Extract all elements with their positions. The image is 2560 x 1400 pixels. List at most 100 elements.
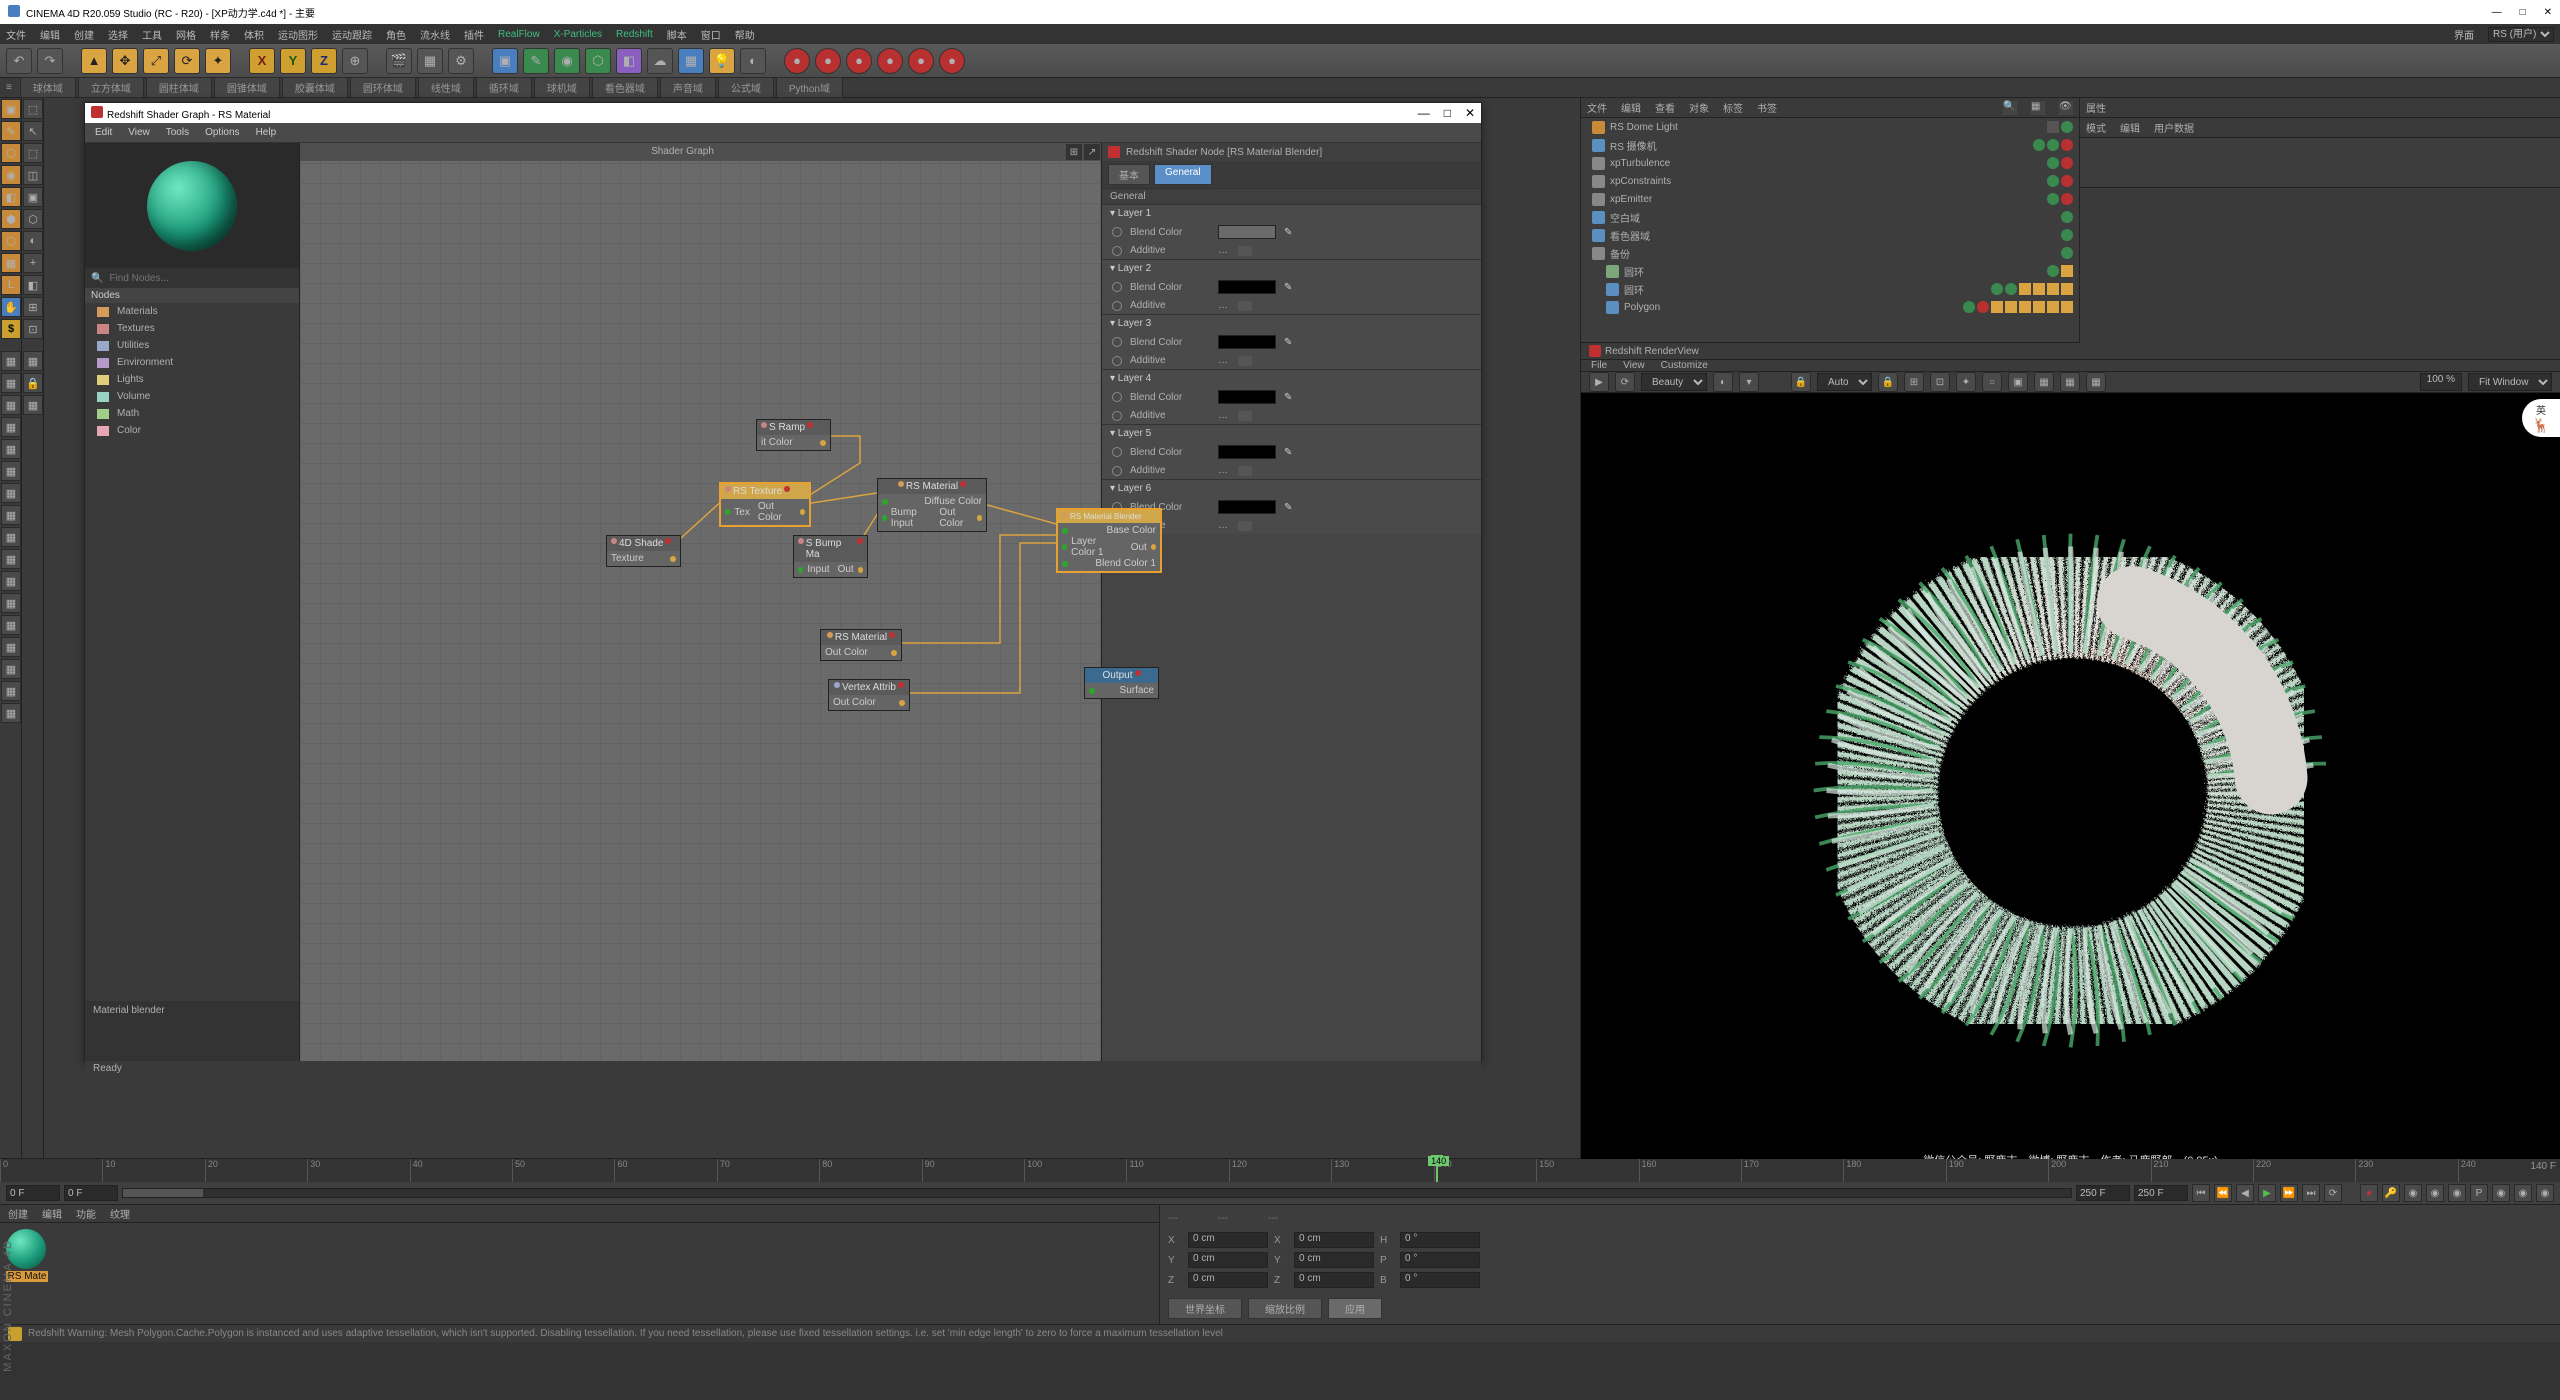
tool5[interactable]: ✦ xyxy=(205,48,231,74)
object-tag[interactable] xyxy=(2047,139,2059,151)
object-row[interactable]: 圆环 xyxy=(1581,262,2079,280)
node-texture[interactable]: RS Texture TexOut Color xyxy=(720,483,810,526)
node-category[interactable]: Utilities xyxy=(85,337,299,354)
layer-header[interactable]: ▾ Layer 6 xyxy=(1102,480,1481,497)
object-row[interactable]: RS Dome Light xyxy=(1581,118,2079,136)
win-close[interactable]: ✕ xyxy=(1465,106,1475,120)
search-icon[interactable]: 🔍 xyxy=(2003,101,2017,115)
picker-icon[interactable]: ✎ xyxy=(1284,447,1296,458)
layer-header[interactable]: ▾ Layer 5 xyxy=(1102,425,1481,442)
node-c4dshader[interactable]: 4D Shade Texture xyxy=(606,535,681,567)
layer-header[interactable]: ▾ Layer 1 xyxy=(1102,205,1481,222)
object-tag[interactable] xyxy=(2047,121,2059,133)
layer-header[interactable]: ▾ Layer 4 xyxy=(1102,370,1481,387)
find-nodes-input[interactable] xyxy=(109,273,259,284)
zoom-readout[interactable]: 100 % xyxy=(2420,373,2462,391)
object-row[interactable]: xpTurbulence xyxy=(1581,154,2079,172)
object-tag[interactable] xyxy=(2061,157,2073,169)
checkbox[interactable] xyxy=(1238,466,1252,476)
render-button[interactable]: 🎬 xyxy=(386,48,412,74)
object-tag[interactable] xyxy=(2061,229,2073,241)
object-tag[interactable] xyxy=(2047,283,2059,295)
generator-tool[interactable]: ⬡ xyxy=(585,48,611,74)
checkbox[interactable] xyxy=(1238,301,1252,311)
object-tag[interactable] xyxy=(2061,265,2073,277)
object-row[interactable]: 空白域 xyxy=(1581,208,2079,226)
apply-button[interactable]: 应用 xyxy=(1328,1298,1382,1319)
env-tool[interactable]: ☁ xyxy=(647,48,673,74)
axis-x[interactable]: X xyxy=(249,48,275,74)
object-tag[interactable] xyxy=(2047,157,2059,169)
object-tag[interactable] xyxy=(2047,175,2059,187)
viewport[interactable]: Redshift Shader Graph - RS Material —□✕ … xyxy=(44,98,1580,1158)
rotate-tool[interactable]: ⟳ xyxy=(174,48,200,74)
maximize-button[interactable]: □ xyxy=(2520,7,2526,18)
node-category[interactable]: Lights xyxy=(85,371,299,388)
playhead[interactable]: 140 xyxy=(1436,1159,1438,1182)
object-tag[interactable] xyxy=(2061,175,2073,187)
object-tag[interactable] xyxy=(2033,283,2045,295)
picker-icon[interactable]: ✎ xyxy=(1284,227,1296,238)
checkbox[interactable] xyxy=(1238,246,1252,256)
play-button[interactable]: ▶ xyxy=(2258,1184,2276,1202)
object-tree[interactable]: RS Dome LightRS 摄像机xpTurbulencexpConstra… xyxy=(1581,118,2079,343)
coord-button[interactable]: ⊕ xyxy=(342,48,368,74)
color-swatch[interactable] xyxy=(1218,445,1276,459)
frame-end[interactable]: 250 F xyxy=(2134,1185,2188,1201)
rec6[interactable]: ● xyxy=(939,48,965,74)
render-refresh[interactable]: ⟳ xyxy=(1615,372,1635,392)
object-tag[interactable] xyxy=(2047,265,2059,277)
cursor-icon[interactable]: ↖ xyxy=(23,121,43,141)
range-slider[interactable] xyxy=(122,1188,2072,1198)
rec5[interactable]: ● xyxy=(908,48,934,74)
node-bump[interactable]: S Bump Ma InputOut xyxy=(793,535,868,578)
node-material1[interactable]: RS Material Diffuse Color Bump InputOut … xyxy=(877,478,987,532)
scale-tool[interactable]: ⤢ xyxy=(143,48,169,74)
node-category[interactable]: Materials xyxy=(85,303,299,320)
tab-general[interactable]: General xyxy=(1154,164,1212,185)
goto-end[interactable]: ⏭ xyxy=(2302,1184,2320,1202)
light-tool[interactable]: 💡 xyxy=(709,48,735,74)
object-row[interactable]: 看色器域 xyxy=(1581,226,2079,244)
node-category[interactable]: Environment xyxy=(85,354,299,371)
layer-header[interactable]: ▾ Layer 3 xyxy=(1102,315,1481,332)
object-tag[interactable] xyxy=(2033,301,2045,313)
object-tag[interactable] xyxy=(2047,193,2059,205)
color-swatch[interactable] xyxy=(1218,335,1276,349)
redo-button[interactable]: ↷ xyxy=(37,48,63,74)
object-tag[interactable] xyxy=(2005,301,2017,313)
object-tag[interactable] xyxy=(2061,121,2073,133)
frame-start[interactable]: 0 F xyxy=(6,1185,60,1201)
render-viewport[interactable]: 英🦌 微信公众号: 野鹿志 微博: 野鹿志 作者: 马鹿野郎 (0.95x) xyxy=(1581,393,2560,1176)
object-tag[interactable] xyxy=(2061,283,2073,295)
tag-tool[interactable]: ◐ xyxy=(740,48,766,74)
color-swatch[interactable] xyxy=(1218,280,1276,294)
object-tag[interactable] xyxy=(1977,301,1989,313)
object-tag[interactable] xyxy=(2005,283,2017,295)
move-tool[interactable]: ✥ xyxy=(112,48,138,74)
record-key[interactable]: ● xyxy=(2360,1184,2378,1202)
rec2[interactable]: ● xyxy=(815,48,841,74)
object-tag[interactable] xyxy=(1991,301,2003,313)
object-tag[interactable] xyxy=(2033,139,2045,151)
undo-button[interactable]: ↶ xyxy=(6,48,32,74)
node-material-blender[interactable]: RS Material Blender Base Color Layer Col… xyxy=(1057,509,1161,572)
checkbox[interactable] xyxy=(1238,356,1252,366)
object-tag[interactable] xyxy=(1991,283,2003,295)
object-row[interactable]: xpConstraints xyxy=(1581,172,2079,190)
nurbs-tool[interactable]: ◉ xyxy=(554,48,580,74)
rec3[interactable]: ● xyxy=(846,48,872,74)
deformer-tool[interactable]: ◧ xyxy=(616,48,642,74)
node-output[interactable]: Output Surface xyxy=(1084,667,1159,699)
win-min[interactable]: — xyxy=(1418,106,1430,120)
axis-z[interactable]: Z xyxy=(311,48,337,74)
rec1[interactable]: ● xyxy=(784,48,810,74)
rec4[interactable]: ● xyxy=(877,48,903,74)
node-canvas[interactable]: Shader Graph⊞↗ S Ramp it Color xyxy=(300,143,1101,1061)
picker-icon[interactable]: ✎ xyxy=(1284,337,1296,348)
render-start[interactable]: ▶ xyxy=(1589,372,1609,392)
color-swatch[interactable] xyxy=(1218,390,1276,404)
checkbox[interactable] xyxy=(1238,411,1252,421)
object-tag[interactable] xyxy=(2061,139,2073,151)
picker-icon[interactable]: ✎ xyxy=(1284,502,1296,513)
